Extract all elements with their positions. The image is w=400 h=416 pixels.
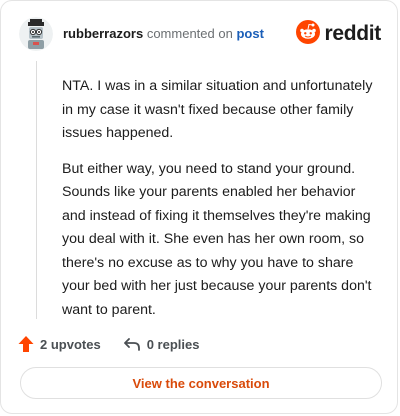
user-avatar[interactable] [19,17,53,51]
reddit-wordmark: reddit [324,22,381,45]
comment-paragraph: NTA. I was in a similar situation and un… [62,78,373,141]
action-text: commented on [146,26,233,41]
reply-button[interactable]: 0 replies [123,336,200,352]
upvote-button[interactable]: 2 upvotes [18,335,101,353]
reddit-brand[interactable]: reddit [296,19,381,49]
reply-count: 0 replies [146,336,200,352]
comment-card: rubberrazors commented on post reddit NT… [0,0,398,414]
reply-arrow-icon [123,336,141,352]
comment-header: rubberrazors commented on post reddit [19,17,381,53]
comment-paragraph: But either way, you need to stand your g… [62,160,372,318]
author-name[interactable]: rubberrazors [63,26,143,41]
comment-footer: 2 upvotes 0 replies [18,333,381,355]
view-conversation-button[interactable]: View the conversation [20,367,382,399]
comment-body: NTA. I was in a similar situation and un… [62,75,382,334]
reddit-snoo-icon [296,19,321,49]
post-link[interactable]: post [236,26,263,41]
comment-meta: rubberrazors commented on post [63,26,264,42]
upvote-arrow-icon [18,335,34,353]
upvote-count: 2 upvotes [40,336,101,352]
thread-line [36,61,37,319]
